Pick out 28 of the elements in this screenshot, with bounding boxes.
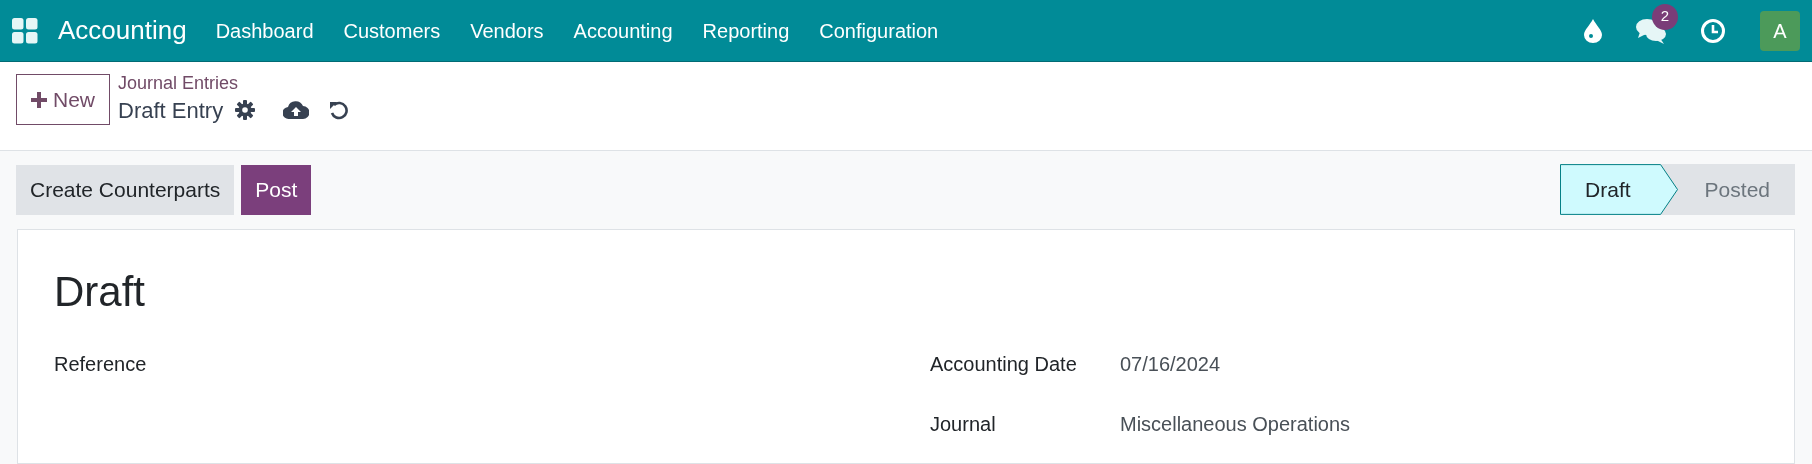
field-label: Journal xyxy=(930,412,997,437)
status-stage[interactable]: Posted xyxy=(1660,164,1795,215)
status-stage[interactable]: Draft xyxy=(1560,164,1679,215)
menu-item[interactable]: Configuration xyxy=(804,15,954,46)
record-title: Draft xyxy=(54,267,146,317)
undo-icon[interactable] xyxy=(329,100,350,121)
menu-item[interactable]: Customers xyxy=(328,15,456,46)
field-label: Accounting Date xyxy=(930,352,1078,377)
droplet-icon[interactable] xyxy=(1584,18,1602,43)
breadcrumb-link[interactable]: Journal Entries xyxy=(118,74,350,94)
post-button[interactable]: Post xyxy=(241,164,312,215)
clock-icon[interactable] xyxy=(1700,17,1726,44)
field-value[interactable]: 07/16/2024 xyxy=(1120,349,1221,379)
message-count-badge: 2 xyxy=(1652,3,1678,30)
field-label: Reference xyxy=(54,352,148,377)
app-name-link[interactable]: Accounting xyxy=(58,11,187,50)
menu-item[interactable]: Vendors xyxy=(455,15,559,46)
new-button[interactable]: New xyxy=(16,74,110,125)
plus-icon xyxy=(31,91,47,108)
menu-item[interactable]: Accounting xyxy=(558,15,688,46)
menu-item[interactable]: Dashboard xyxy=(200,15,329,46)
field-value[interactable]: Miscellaneous Operations xyxy=(1120,409,1351,439)
user-avatar[interactable]: A xyxy=(1760,10,1800,51)
apps-grid-icon[interactable] xyxy=(12,17,38,44)
menu-item[interactable]: Reporting xyxy=(687,15,805,46)
action-button[interactable]: Create Counterparts xyxy=(16,164,235,215)
cloud-upload-icon[interactable] xyxy=(283,100,310,121)
record-name: Draft Entry xyxy=(118,96,224,125)
